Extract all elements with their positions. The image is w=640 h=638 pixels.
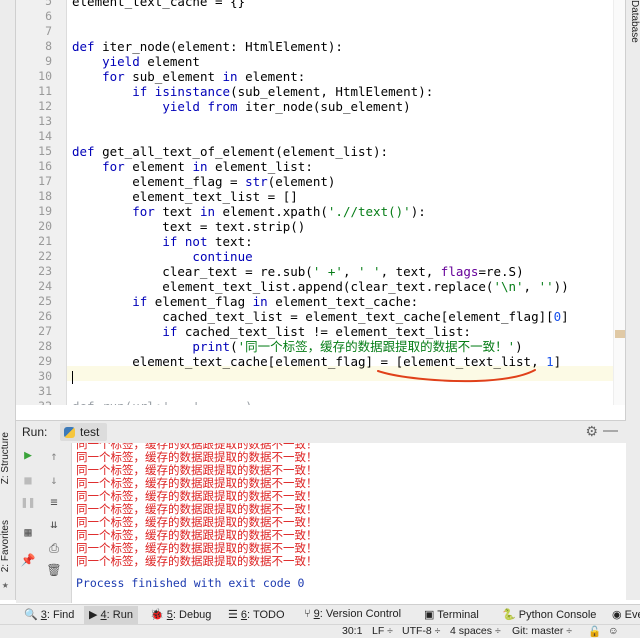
inspector-icon[interactable]: ☺: [608, 625, 619, 637]
tab-event-log[interactable]: ◉ Eve: [612, 608, 640, 621]
gear-icon[interactable]: ⚙: [585, 423, 598, 440]
console-output-line: 同一个标签，缓存的数据跟提取的数据不一致！: [76, 554, 318, 568]
structure-tool-tab[interactable]: Z: Structure: [0, 432, 15, 484]
tab-debug[interactable]: 🐞 5: Debug: [150, 608, 211, 621]
database-tool-tab[interactable]: Database: [626, 0, 640, 43]
down-arrow-icon[interactable]: ↓: [46, 473, 62, 487]
right-tool-strip: Database: [625, 0, 640, 600]
left-tool-strip: Z: Structure 2: Favorites ★: [0, 0, 16, 600]
favorites-star-icon: ★: [2, 578, 9, 591]
cursor-position[interactable]: 30:1: [342, 625, 362, 637]
up-arrow-icon[interactable]: ↑: [46, 449, 62, 463]
run-panel-header: Run: test ⚙ —: [16, 420, 626, 444]
status-bar: 30:1 LF ÷ UTF-8 ÷ 4 spaces ÷ Git: master…: [0, 624, 640, 638]
run-config-tab[interactable]: test: [60, 423, 108, 441]
scroll-warning-marker[interactable]: [615, 330, 625, 338]
soft-wrap-icon[interactable]: ≡: [46, 495, 62, 509]
stop-icon[interactable]: ■: [20, 473, 36, 487]
exit-message: Process finished with exit code 0: [76, 576, 305, 590]
line-separator[interactable]: LF ÷: [372, 625, 393, 637]
git-branch[interactable]: Git: master ÷: [512, 625, 572, 637]
favorites-tool-tab[interactable]: 2: Favorites: [0, 520, 15, 572]
scroll-to-end-icon[interactable]: ⇊: [46, 517, 62, 531]
restore-layout-icon[interactable]: ▦: [20, 525, 36, 539]
python-icon: [64, 426, 75, 438]
run-config-tab-label: test: [80, 425, 100, 439]
indent-setting[interactable]: 4 spaces ÷: [450, 625, 501, 637]
trash-icon[interactable]: 🗑: [46, 563, 62, 577]
pause-icon[interactable]: ❚❚: [20, 495, 36, 509]
bottom-tool-tabs: 🔍 3: Find ▶ 4: Run 🐞 5: Debug ☰ 6: TODO …: [0, 604, 640, 625]
rerun-icon[interactable]: ▶: [20, 449, 36, 463]
run-console[interactable]: Process finished with exit code 0 同一个标签，…: [72, 443, 626, 603]
run-label: Run:: [22, 425, 48, 439]
tab-find[interactable]: 🔍 3: Find: [24, 608, 74, 621]
tab-version-control[interactable]: ⑂ 9: Version Control: [304, 608, 401, 620]
tab-run[interactable]: ▶ 4: Run: [84, 606, 138, 624]
tab-terminal[interactable]: ▣ Terminal: [424, 608, 479, 621]
handwritten-underline-annotation: [377, 369, 536, 383]
minimize-icon[interactable]: —: [603, 422, 618, 439]
print-icon[interactable]: ⎙: [46, 541, 62, 555]
pin-icon[interactable]: 📌: [20, 553, 36, 567]
file-encoding[interactable]: UTF-8 ÷: [402, 625, 440, 637]
tab-python-console[interactable]: 🐍 Python Console: [502, 608, 596, 621]
run-toolbar: ▶ ↑ ■ ↓ ❚❚ ≡ ⇊ ▦ ⎙ 📌 🗑: [16, 443, 72, 603]
code-editor[interactable]: 5 6 7 8 9 10 11 12 13 14 15 16 17 18 19 20 21 22 23 24 25 26 2…: [16, 0, 626, 405]
lock-icon[interactable]: 🔓: [588, 625, 601, 638]
tab-todo[interactable]: ☰ 6: TODO: [228, 608, 285, 621]
